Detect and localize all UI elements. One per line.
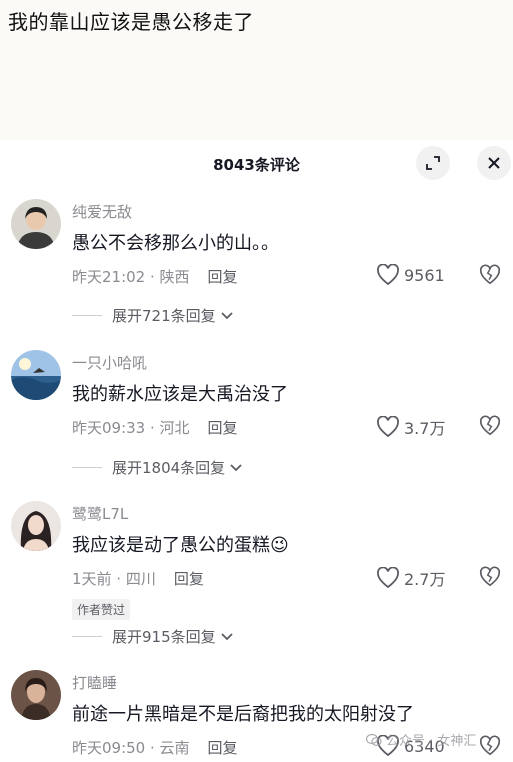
heart-icon (377, 264, 399, 286)
reply-button[interactable]: 回复 (174, 570, 204, 588)
expand-replies-label: 展开915条回复 (112, 628, 216, 646)
comment-time-location: 昨天21:02 · 陕西 (72, 268, 190, 286)
comment-time-location: 昨天09:33 · 河北 (72, 419, 190, 437)
expand-replies-button[interactable]: 展开721条回复 (72, 305, 234, 326)
close-button[interactable] (477, 146, 511, 180)
like-count: 9561 (404, 265, 445, 285)
like-button[interactable]: 3.7万 (376, 415, 445, 439)
wink-emoji: 😉 (270, 535, 289, 556)
expand-sheet-button[interactable] (416, 146, 450, 180)
dislike-button[interactable] (479, 735, 501, 761)
author-liked-badge: 作者赞过 (72, 599, 131, 620)
post-title: 我的靠山应该是愚公移走了 (8, 10, 254, 34)
comment-username[interactable]: 打瞌睡 (72, 672, 117, 693)
avatar[interactable] (11, 501, 61, 551)
reply-button[interactable]: 回复 (208, 739, 238, 757)
dislike-button[interactable] (479, 264, 501, 290)
avatar[interactable] (11, 350, 61, 400)
reply-button[interactable]: 回复 (208, 419, 238, 437)
heart-icon (377, 416, 399, 438)
comment-meta: 昨天21:02 · 陕西 回复 (72, 266, 238, 287)
comment-text: 我的薪水应该是大禹治没了 (72, 384, 288, 405)
reply-button[interactable]: 回复 (208, 268, 238, 286)
post-banner: 我的靠山应该是愚公移走了 (0, 0, 513, 150)
comment-text: 愚公不会移那么小的山。。 (72, 233, 279, 254)
wechat-icon (366, 733, 382, 746)
comment-meta: 1天前 · 四川 回复 (72, 568, 204, 589)
chevron-down-icon (221, 311, 233, 319)
expand-replies-label: 展开1804条回复 (112, 459, 226, 477)
heart-icon (377, 567, 399, 589)
expand-replies-button[interactable]: 展开1804条回复 (72, 457, 243, 478)
like-button[interactable]: 9561 (376, 264, 445, 286)
like-count: 3.7万 (404, 419, 446, 438)
watermark: 公众号 · 女神汇 (366, 730, 476, 749)
comment-time-location: 1天前 · 四川 (72, 570, 156, 588)
dislike-button[interactable] (479, 415, 501, 441)
comment-meta: 昨天09:50 · 云南 回复 (72, 737, 238, 758)
comment-time-location: 昨天09:50 · 云南 (72, 739, 190, 757)
divider-line (72, 636, 102, 637)
comment-text: 前途一片黑暗是不是后裔把我的太阳射没了 (72, 704, 414, 725)
broken-heart-icon (479, 566, 501, 587)
avatar[interactable] (11, 670, 61, 720)
broken-heart-icon (479, 735, 501, 756)
chevron-down-icon (221, 632, 233, 640)
comment-username[interactable]: 鹭鹭L7L (72, 503, 128, 524)
expand-arrows-icon (426, 156, 440, 170)
comment-meta: 昨天09:33 · 河北 回复 (72, 417, 238, 438)
expand-replies-label: 展开721条回复 (112, 307, 216, 325)
comment-text: 我应该是动了愚公的蛋糕😉 (72, 531, 289, 557)
comment-username[interactable]: 一只小哈吼 (72, 352, 147, 373)
avatar[interactable] (11, 199, 61, 249)
like-count: 2.7万 (404, 570, 446, 589)
divider-line (72, 315, 102, 316)
like-button[interactable]: 2.7万 (376, 566, 445, 590)
expand-replies-button[interactable]: 展开915条回复 (72, 626, 234, 647)
chevron-down-icon (230, 463, 242, 471)
broken-heart-icon (479, 415, 501, 436)
broken-heart-icon (479, 264, 501, 285)
close-icon (488, 157, 500, 169)
watermark-text: 公众号 · 女神汇 (386, 734, 477, 749)
comment-username[interactable]: 纯爱无敌 (72, 201, 132, 222)
divider-line (72, 467, 102, 468)
comment-text-body: 我应该是动了愚公的蛋糕 (72, 535, 270, 556)
sheet-header: 8043条评论 (0, 140, 513, 188)
dislike-button[interactable] (479, 566, 501, 592)
